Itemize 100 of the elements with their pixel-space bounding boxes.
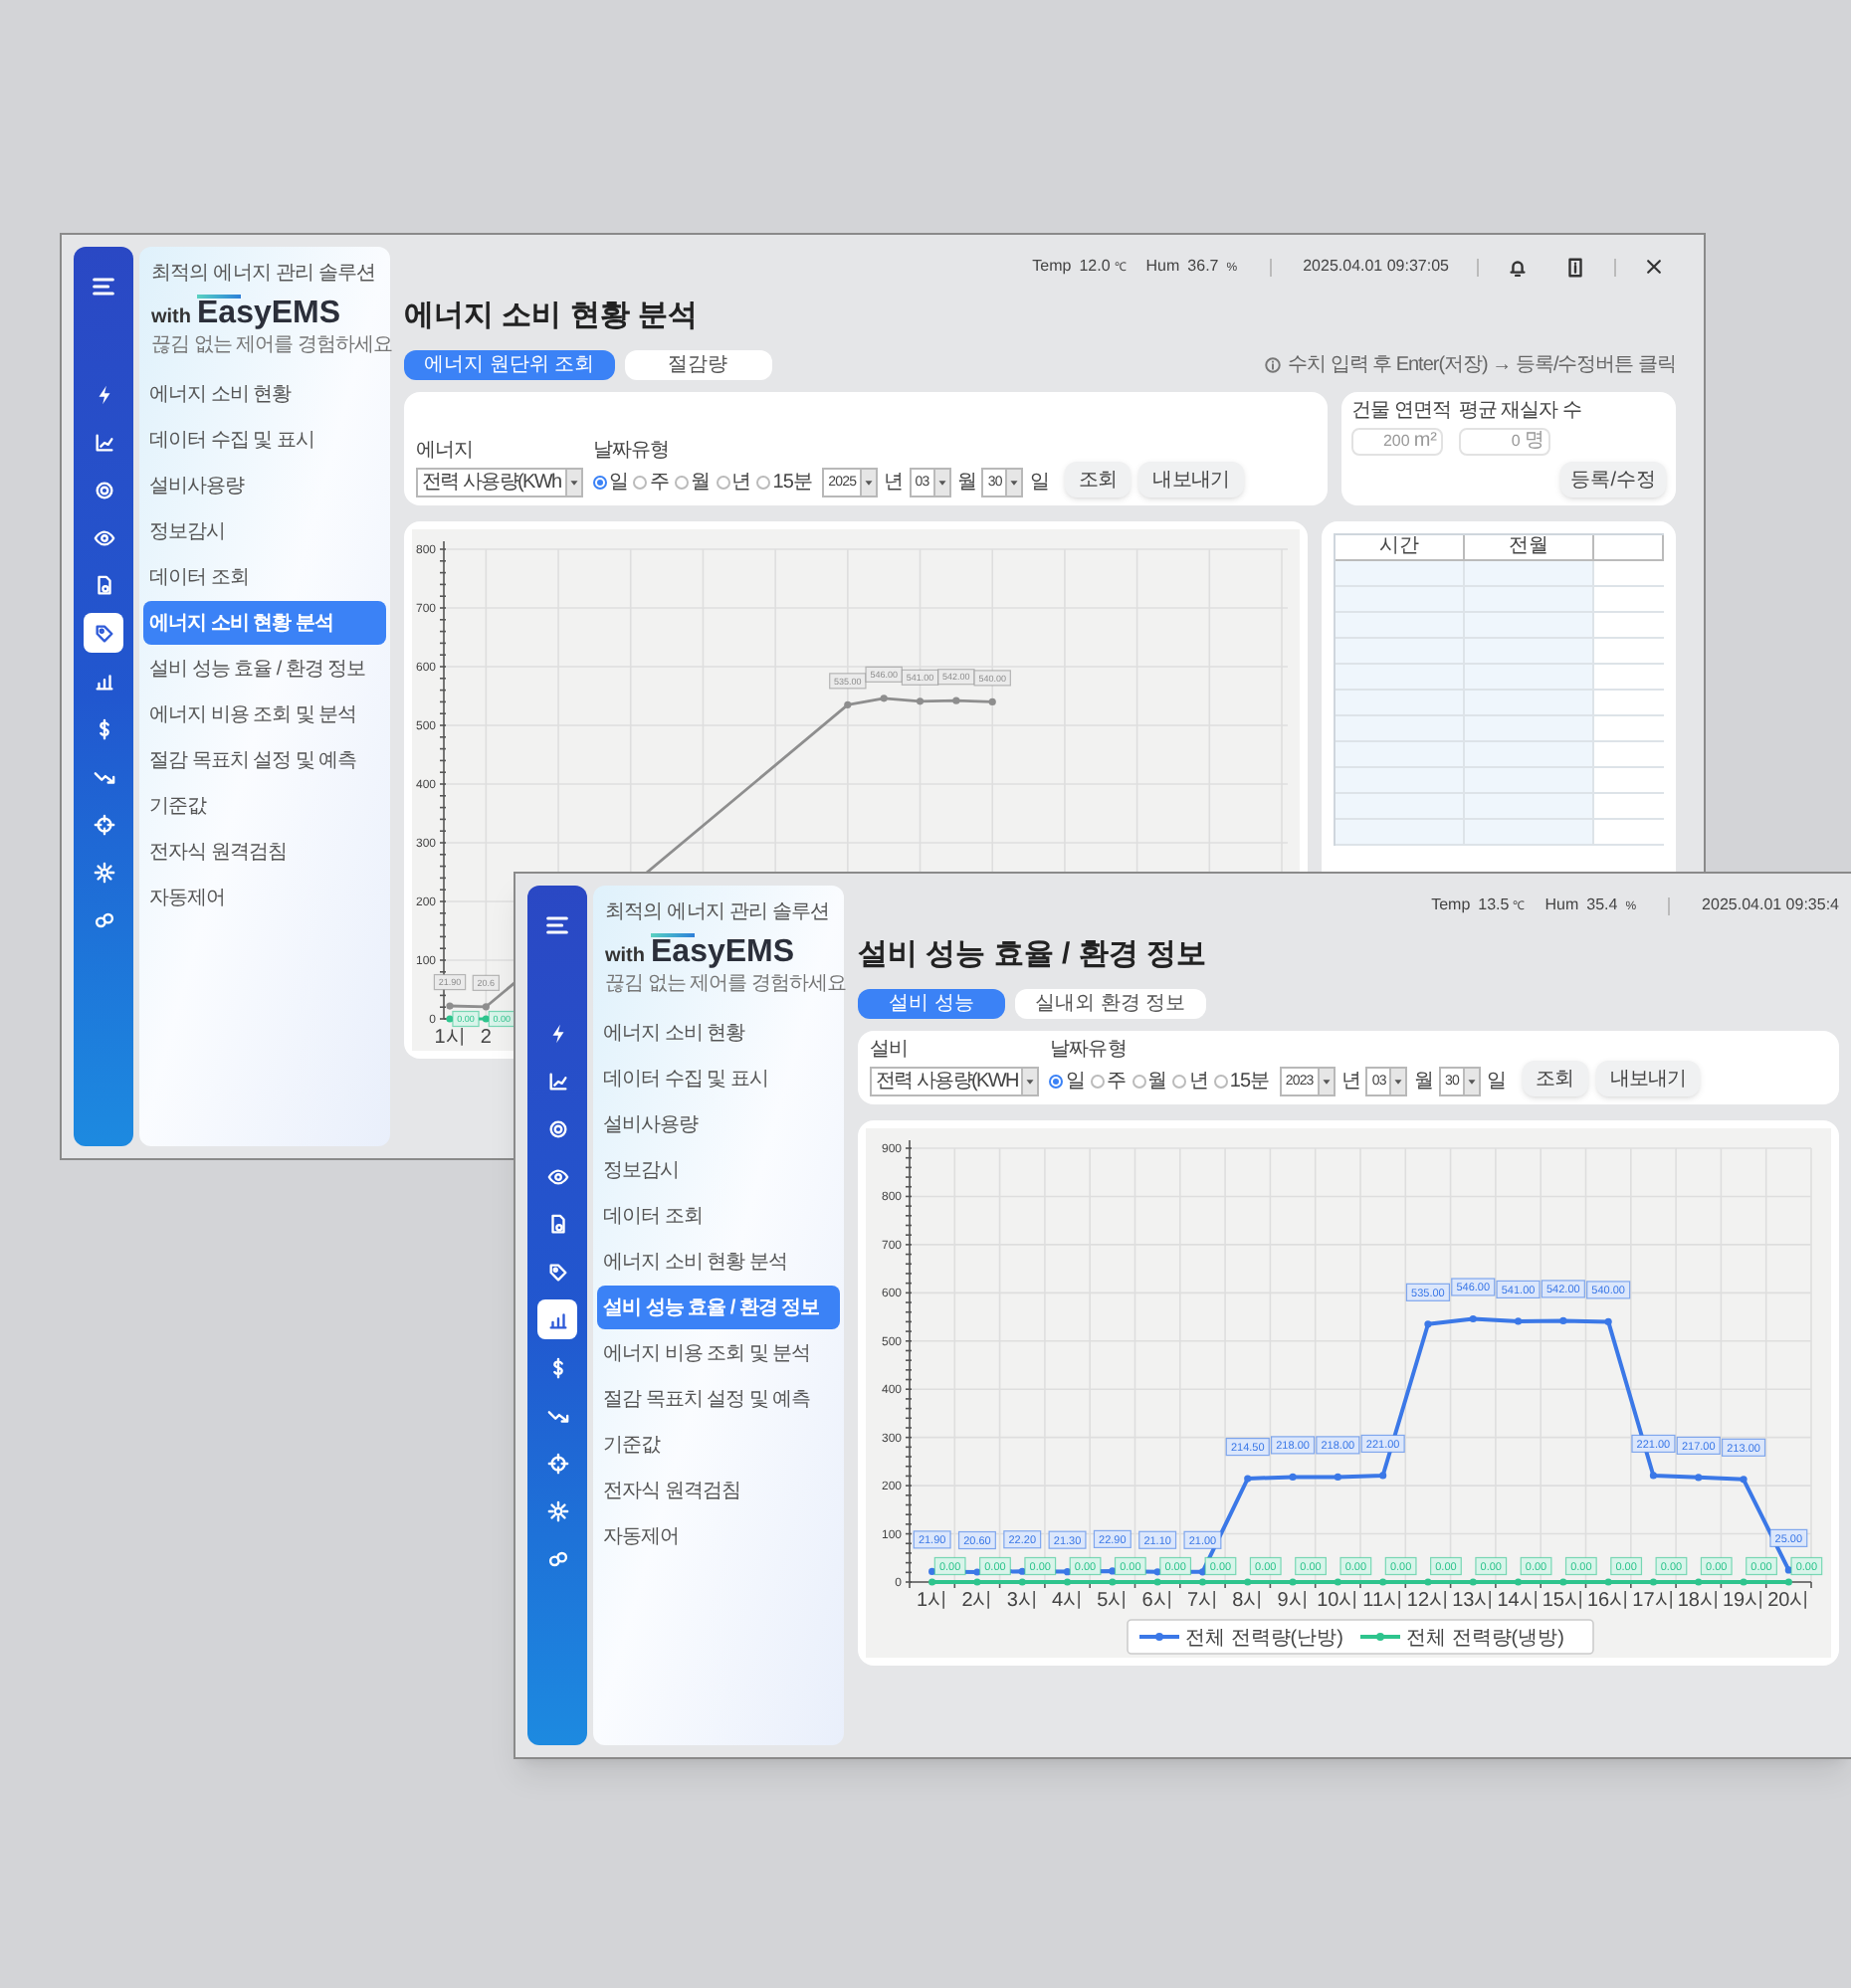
sidebar-item[interactable]: 절감 목표치 설정 및 예측: [597, 1377, 840, 1421]
button[interactable]: 등록/수정: [1560, 462, 1666, 497]
data-point: [1740, 1578, 1748, 1586]
gear-icon[interactable]: [93, 861, 114, 883]
nav-button[interactable]: [84, 613, 123, 653]
sidebar-item[interactable]: 정보감시: [143, 509, 386, 553]
caret-icon: [1463, 1069, 1480, 1094]
field-label: 건물 연면적: [1351, 400, 1451, 424]
tab[interactable]: 실내외 환경 정보: [1015, 989, 1206, 1019]
sidebar-item[interactable]: 에너지 소비 현황: [143, 372, 386, 416]
sidebar-item[interactable]: 에너지 비용 조회 및 분석: [597, 1331, 840, 1375]
slogan: 끊김 없는 제어를 경험하세요: [605, 973, 846, 997]
eye-icon[interactable]: [546, 1165, 568, 1187]
radio-option[interactable]: 년: [1172, 1067, 1208, 1096]
page-title: 에너지 소비 현황 분석: [404, 297, 701, 336]
link-icon[interactable]: [546, 1547, 568, 1569]
data-point: [1109, 1578, 1117, 1586]
sidebar-item[interactable]: 데이터 수집 및 표시: [143, 418, 386, 462]
axis-label: 16시: [1587, 1590, 1630, 1612]
button[interactable]: 내보내기: [1138, 462, 1244, 497]
data-point: [1514, 1578, 1523, 1586]
data-point: [1559, 1578, 1567, 1586]
temperature-value: 12.0: [1079, 255, 1111, 279]
bell-icon[interactable]: [1507, 256, 1529, 278]
crosshair-icon[interactable]: [546, 1452, 568, 1474]
sidebar-item[interactable]: 자동제어: [597, 1514, 840, 1558]
radio-option[interactable]: 월: [675, 468, 711, 497]
axis-label: 5시: [1097, 1590, 1129, 1612]
logo-text: EasyEMS: [651, 933, 795, 971]
document-search-icon[interactable]: [546, 1213, 568, 1235]
nav-button[interactable]: [537, 1299, 577, 1339]
button[interactable]: 조회: [1064, 462, 1131, 497]
sidebar-item[interactable]: 정보감시: [597, 1148, 840, 1192]
gear-icon[interactable]: [546, 1499, 568, 1521]
tag-icon[interactable]: [546, 1261, 568, 1283]
sidebar-item[interactable]: 에너지 소비 현황 분석: [597, 1240, 840, 1284]
tab[interactable]: 설비 성능: [858, 989, 1005, 1019]
axis-label: 17시: [1632, 1590, 1675, 1612]
tab[interactable]: 절감량: [624, 350, 772, 380]
sidebar-item[interactable]: 절감 목표치 설정 및 예측: [143, 738, 386, 782]
target-icon[interactable]: [93, 479, 114, 500]
data-point: [928, 1578, 936, 1586]
sidebar-item[interactable]: 설비사용량: [597, 1102, 840, 1146]
sidebar-item[interactable]: 기준값: [597, 1423, 840, 1467]
sidebar-item[interactable]: 에너지 소비 현황: [597, 1011, 840, 1055]
sidebar-item[interactable]: 데이터 조회: [597, 1194, 840, 1238]
chart-icon[interactable]: [93, 431, 114, 453]
sidebar-item[interactable]: 설비 성능 효율 / 환경 정보: [597, 1286, 840, 1329]
menu-icon[interactable]: [543, 911, 571, 939]
radio-option[interactable]: 15분: [1213, 1067, 1270, 1096]
axis-label: 18시: [1677, 1590, 1720, 1612]
humidity-value: 35.4: [1586, 894, 1618, 917]
sidebar-item[interactable]: 에너지 소비 현황 분석: [143, 601, 386, 645]
target-icon[interactable]: [546, 1117, 568, 1139]
table-cell: [1336, 639, 1465, 665]
data-point: [916, 697, 925, 705]
radio-option[interactable]: 15분: [756, 468, 813, 497]
sidebar-item[interactable]: 데이터 조회: [143, 555, 386, 599]
radio-option[interactable]: 일: [1049, 1067, 1086, 1096]
button[interactable]: 조회: [1522, 1061, 1588, 1096]
dropdown[interactable]: 전력 사용량(KWh: [416, 468, 583, 497]
sidebar-item[interactable]: 설비사용량: [143, 464, 386, 507]
menu-icon[interactable]: [90, 273, 117, 300]
crosshair-icon[interactable]: [93, 813, 114, 835]
data-point: [1649, 1578, 1658, 1586]
dropdown[interactable]: 전력 사용량(KWH: [870, 1067, 1040, 1096]
sidebar-item[interactable]: 전자식 원격검침: [143, 830, 386, 874]
radio-option[interactable]: 월: [1131, 1067, 1167, 1096]
date-time: 2025.04.01 09:35:4: [1702, 894, 1839, 917]
date-time: 2025.04.01 09:37:05: [1303, 255, 1449, 279]
field-label: 날짜유형: [1049, 1039, 1129, 1063]
radio-option[interactable]: 일: [592, 468, 628, 497]
sidebar-item[interactable]: 데이터 수집 및 표시: [597, 1057, 840, 1100]
link-icon[interactable]: [93, 908, 114, 930]
eye-icon[interactable]: [93, 526, 114, 548]
bar-chart-icon[interactable]: [93, 670, 114, 692]
sidebar-item[interactable]: 에너지 비용 조회 및 분석: [143, 693, 386, 736]
info-document-icon[interactable]: [1564, 256, 1586, 278]
sidebar-item[interactable]: 자동제어: [143, 876, 386, 919]
axis-label: 15시: [1542, 1590, 1584, 1612]
sidebar-item[interactable]: 설비 성능 효율 / 환경 정보: [143, 647, 386, 691]
button[interactable]: 내보내기: [1595, 1061, 1701, 1096]
label: Temp: [1431, 894, 1471, 917]
document-search-icon[interactable]: [93, 574, 114, 596]
tab[interactable]: 에너지 원단위 조회: [404, 350, 615, 380]
sidebar-item[interactable]: 전자식 원격검침: [597, 1469, 840, 1512]
legend-label: 전체 전력량(난방): [1185, 1628, 1343, 1650]
chart-icon[interactable]: [546, 1070, 568, 1092]
field-label: 설비: [870, 1039, 911, 1063]
column-header: 시간: [1336, 535, 1465, 561]
sidebar-item[interactable]: 기준값: [143, 784, 386, 828]
data-point: [1559, 1316, 1567, 1325]
radio-option[interactable]: 주: [633, 468, 669, 497]
radio-option[interactable]: 주: [1091, 1067, 1127, 1096]
table-cell: [1336, 613, 1465, 639]
radio-option[interactable]: 년: [716, 468, 751, 497]
axis-label: 13시: [1452, 1590, 1495, 1612]
close-icon[interactable]: [1644, 257, 1664, 277]
logo-prefix: with: [151, 304, 191, 332]
table-cell: [1336, 665, 1465, 691]
